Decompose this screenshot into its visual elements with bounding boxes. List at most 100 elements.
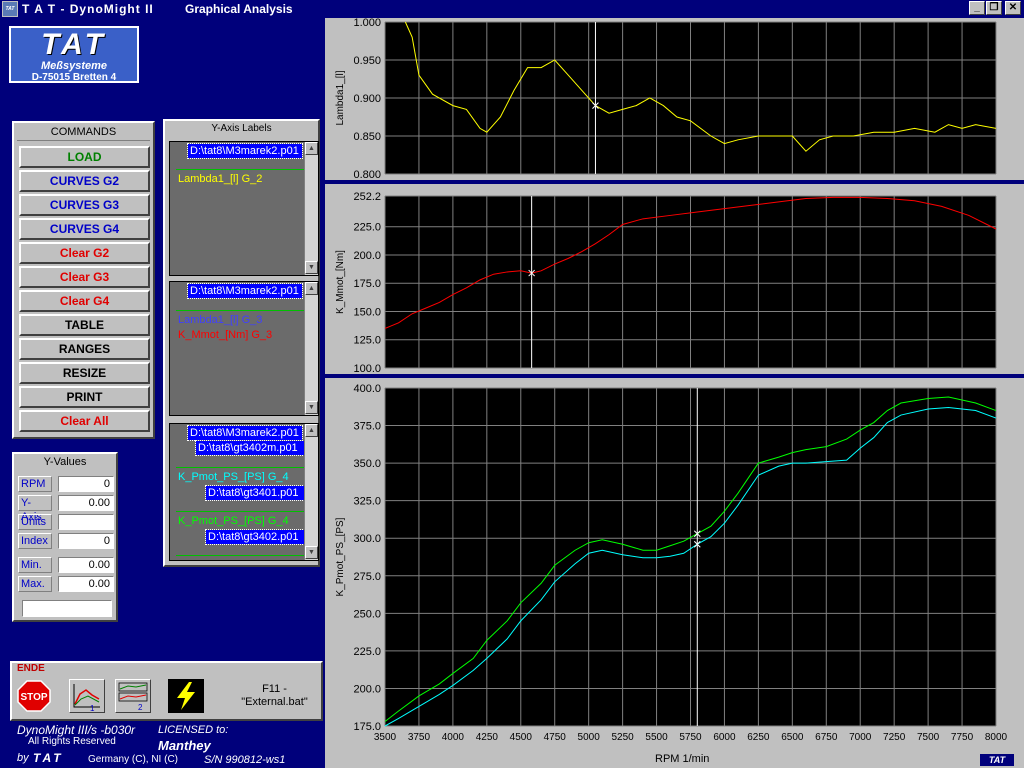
y-axis-label: Lambda1_[l] [335, 70, 346, 125]
x-tick-label: 4250 [476, 732, 499, 743]
x-tick-label: 4500 [510, 732, 533, 743]
command-button-print[interactable]: PRINT [19, 386, 150, 408]
y-value-field[interactable]: 0 [58, 476, 114, 492]
y-value-field[interactable] [58, 514, 114, 530]
y-value-row: RPM 0 [18, 476, 114, 492]
y-tick-label: 325.0 [353, 496, 381, 508]
scroll-up-icon[interactable]: ▲ [305, 142, 318, 155]
g4-scrollbar[interactable]: ▲ ▼ [304, 424, 318, 560]
y-tick-label: 200.0 [353, 250, 381, 262]
scroll-down-icon[interactable]: ▼ [305, 261, 318, 274]
command-button-clear-g2[interactable]: Clear G2 [19, 242, 150, 264]
close-button[interactable]: ✕ [1005, 1, 1021, 15]
g2-scrollbar[interactable]: ▲ ▼ [304, 142, 318, 275]
y-values-extra-field[interactable] [22, 600, 112, 617]
y-tick-label: 125.0 [353, 335, 381, 347]
g4-file-tag-2[interactable]: D:\tat8\gt3402m.p01 [195, 440, 305, 456]
y-value-label: Units [18, 514, 52, 530]
g4-separator-3 [176, 555, 306, 556]
minimize-button[interactable]: _ [969, 1, 985, 15]
logo-brand: TAT [41, 28, 107, 61]
restore-button[interactable]: ❐ [986, 1, 1002, 15]
command-button-clear-g4[interactable]: Clear G4 [19, 290, 150, 312]
y-value-field[interactable]: 0 [58, 533, 114, 549]
stop-button[interactable]: STOP [16, 679, 52, 713]
x-tick-label: 6500 [781, 732, 804, 743]
x-tick-label: 4750 [544, 732, 567, 743]
command-button-resize[interactable]: RESIZE [19, 362, 150, 384]
footer-brand: TAT [33, 751, 64, 765]
y-tick-label: 375.0 [353, 421, 381, 433]
command-button-clear-g3[interactable]: Clear G3 [19, 266, 150, 288]
g2-separator [176, 169, 306, 170]
graph-2-lambda[interactable]: 0.800 0.850 0.900 0.950 1.000 Lambda1_[l] [325, 18, 1024, 180]
command-button-table[interactable]: TABLE [19, 314, 150, 336]
y-value-row: Y-Axis 0.00 [18, 495, 114, 523]
torque-chart[interactable]: 100.0 125.0 150.0 175.0 200.0 225.0 252.2 K_Mmo… [325, 184, 1024, 374]
command-button-curves-g2[interactable]: CURVES G2 [19, 170, 150, 192]
x-tick-label: 6750 [815, 732, 838, 743]
graph-3-torque[interactable]: 100.0 125.0 150.0 175.0 200.0 225.0 252.2 K_Mmo… [325, 184, 1024, 374]
command-button-curves-g3[interactable]: CURVES G3 [19, 194, 150, 216]
graph4-label-list[interactable]: D:\tat8\M3marek2.p01 D:\tat8\gt3402m.p01… [169, 423, 319, 561]
x-tick-label: 8000 [985, 732, 1008, 743]
command-button-load[interactable]: LOAD [19, 146, 150, 168]
x-tick-label: 7750 [951, 732, 974, 743]
lambda-chart[interactable]: 0.800 0.850 0.900 0.950 1.000 Lambda1_[l] [325, 18, 1024, 180]
x-tick-label: 5750 [679, 732, 702, 743]
command-button-clear-all[interactable]: Clear All [19, 410, 150, 432]
g4-curve-label-1[interactable]: K_Pmot_PS_[PS] G_4 [178, 471, 289, 483]
graph-4-power[interactable]: 175.0 200.0 225.0 250.0 275.0 300.0 325.0 350.0… [325, 378, 1024, 752]
scroll-down-icon[interactable]: ▼ [305, 401, 318, 414]
y-value-field[interactable]: 0.00 [58, 576, 114, 592]
graph2-label-list[interactable]: D:\tat8\M3marek2.p01 Lambda1_[l] G_2 ▲ ▼ [169, 141, 319, 276]
x-tick-label: 6000 [713, 732, 736, 743]
serial-number: S/N 990812-ws1 [204, 754, 286, 766]
y-value-field[interactable]: 0.00 [58, 495, 114, 511]
y-tick-label: 0.950 [353, 55, 381, 67]
command-button-ranges[interactable]: RANGES [19, 338, 150, 360]
y-tick-label: 175.0 [353, 278, 381, 290]
y-tick-label: 225.0 [353, 222, 381, 234]
copyright-text: Germany (C), NI (C) [88, 754, 178, 765]
g4-curve-label-2[interactable]: K_Pmot_PS_[PS] G_4 [178, 515, 289, 527]
y-values-title: Y-Values [43, 456, 87, 468]
graph-2-button[interactable]: 2 [115, 679, 151, 713]
g3-curve-label-1[interactable]: Lambda1_[l] G_3 [178, 314, 262, 326]
graph-1-button[interactable]: 1 [69, 679, 105, 713]
stop-label: STOP [20, 692, 47, 703]
y-value-field[interactable]: 0.00 [58, 557, 114, 573]
external-bat-button[interactable] [168, 679, 204, 713]
x-axis-label: RPM 1/min [655, 753, 710, 765]
y-tick-label: 200.0 [353, 683, 381, 695]
y-value-row: Units [18, 514, 114, 530]
g3-curve-label-2[interactable]: K_Mmot_[Nm] G_3 [178, 329, 272, 341]
title-bar[interactable]: TAT T A T - DynoMight II Graphical Analy… [0, 0, 1024, 18]
graph3-label-list[interactable]: D:\tat8\M3marek2.p01 Lambda1_[l] G_3 K_M… [169, 281, 319, 416]
scroll-up-icon[interactable]: ▲ [305, 424, 318, 437]
y-axis-label: K_Mmot_[Nm] [335, 250, 346, 314]
app-icon[interactable]: TAT [2, 1, 18, 17]
g3-scrollbar[interactable]: ▲ ▼ [304, 282, 318, 415]
y-tick-label: 225.0 [353, 646, 381, 658]
y-axis-labels-panel: Y-Axis Labels D:\tat8\M3marek2.p01 Lambd… [163, 119, 320, 567]
ende-label: ENDE [17, 663, 45, 674]
g4-file-tag-3[interactable]: D:\tat8\gt3401.p01 [205, 485, 305, 501]
graph-1-icon: 1 [70, 680, 104, 713]
g3-file-tag[interactable]: D:\tat8\M3marek2.p01 [187, 283, 303, 299]
graph-2-icon: 2 [116, 680, 150, 712]
command-button-curves-g4[interactable]: CURVES G4 [19, 218, 150, 240]
scroll-up-icon[interactable]: ▲ [305, 282, 318, 295]
x-tick-label: 3500 [374, 732, 397, 743]
y-value-row: Index 0 [18, 533, 114, 549]
g2-curve-label[interactable]: Lambda1_[l] G_2 [178, 173, 262, 185]
stop-icon: STOP [17, 680, 51, 712]
y-axis-labels-title: Y-Axis Labels [211, 123, 272, 134]
y-tick-label: 275.0 [353, 571, 381, 583]
scroll-down-icon[interactable]: ▼ [305, 546, 318, 559]
y-tick-label: 0.900 [353, 93, 381, 105]
g4-file-tag-1[interactable]: D:\tat8\M3marek2.p01 [187, 425, 303, 441]
g4-file-tag-4[interactable]: D:\tat8\gt3402.p01 [205, 529, 305, 545]
power-chart[interactable]: 175.0200.0225.0250.0275.0300.0325.0350.0… [325, 378, 1024, 752]
g2-file-tag[interactable]: D:\tat8\M3marek2.p01 [187, 143, 303, 159]
